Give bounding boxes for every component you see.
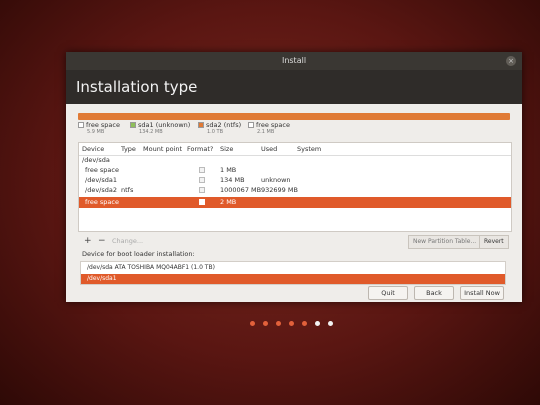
column-header-mount[interactable]: Mount point bbox=[143, 145, 182, 153]
legend-size: 2.1 MB bbox=[257, 129, 275, 135]
change-partition-button[interactable]: Change... bbox=[112, 235, 143, 247]
legend-item: sda2 (ntfs) 1.0 TB bbox=[198, 121, 241, 135]
legend-item: free space 5.9 MB bbox=[78, 121, 120, 135]
column-header-size[interactable]: Size bbox=[220, 145, 233, 153]
column-header-used[interactable]: Used bbox=[261, 145, 277, 153]
cell-device: free space bbox=[85, 198, 119, 206]
table-row[interactable]: /dev/sda1 134 MB unknown bbox=[79, 175, 511, 185]
progress-dot bbox=[276, 321, 281, 326]
window-title: Install bbox=[281, 56, 307, 65]
progress-dot bbox=[250, 321, 255, 326]
legend-size: 1.0 TB bbox=[207, 129, 224, 135]
cell-device: free space bbox=[85, 166, 119, 174]
legend-name: free space bbox=[86, 121, 120, 129]
legend-swatch bbox=[130, 122, 136, 128]
legend-name: sda1 (unknown) bbox=[138, 121, 191, 129]
page-title: Installation type bbox=[66, 70, 522, 104]
legend-size: 134.2 MB bbox=[139, 129, 163, 135]
install-now-button[interactable]: Install Now bbox=[460, 286, 504, 300]
legend-item: free space 2.1 MB bbox=[248, 121, 290, 135]
progress-dot bbox=[302, 321, 307, 326]
partition-table: Device Type Mount point Format? Size Use… bbox=[78, 142, 512, 232]
legend-name: sda2 (ntfs) bbox=[206, 121, 242, 129]
format-checkbox[interactable] bbox=[199, 199, 205, 205]
table-row[interactable]: /dev/sda bbox=[79, 155, 511, 165]
cell-size: 1 MB bbox=[220, 166, 237, 174]
legend-size: 5.9 MB bbox=[87, 129, 105, 135]
cell-device: /dev/sda1 bbox=[85, 176, 117, 184]
bootloader-option-selected[interactable]: /dev/sda1 bbox=[81, 274, 505, 284]
progress-dots bbox=[248, 321, 348, 331]
column-header-format[interactable]: Format? bbox=[187, 145, 213, 153]
cell-size: 134 MB bbox=[220, 176, 245, 184]
cell-used: unknown bbox=[261, 176, 291, 184]
table-row[interactable]: free space 1 MB bbox=[79, 165, 511, 175]
format-checkbox[interactable] bbox=[199, 167, 205, 173]
revert-button[interactable]: Revert bbox=[479, 235, 509, 249]
legend-item: sda1 (unknown) 134.2 MB bbox=[130, 121, 190, 135]
column-header-device[interactable]: Device bbox=[82, 145, 104, 153]
bootloader-option[interactable]: /dev/sda ATA TOSHIBA MQ04ABF1 (1.0 TB) bbox=[81, 263, 505, 273]
format-checkbox[interactable] bbox=[199, 187, 205, 193]
progress-dot bbox=[328, 321, 333, 326]
bootloader-device-list[interactable]: /dev/sda ATA TOSHIBA MQ04ABF1 (1.0 TB) /… bbox=[80, 261, 506, 285]
cell-type: ntfs bbox=[121, 186, 134, 194]
partition-usage-bar bbox=[78, 113, 510, 120]
new-partition-table-button[interactable]: New Partition Table... bbox=[408, 235, 482, 249]
progress-dot bbox=[289, 321, 294, 326]
cell-device: /dev/sda2 bbox=[85, 186, 117, 194]
legend-name: free space bbox=[256, 121, 290, 129]
quit-button[interactable]: Quit bbox=[368, 286, 408, 300]
format-checkbox[interactable] bbox=[199, 177, 205, 183]
partition-toolbar: + − Change... New Partition Table... Rev… bbox=[80, 235, 512, 249]
legend-swatch bbox=[198, 122, 204, 128]
progress-dot bbox=[263, 321, 268, 326]
legend-swatch bbox=[248, 122, 254, 128]
partition-legend: free space 5.9 MB sda1 (unknown) 134.2 M… bbox=[78, 121, 518, 137]
add-partition-button[interactable]: + bbox=[84, 235, 92, 247]
window-titlebar: Install × bbox=[66, 52, 522, 70]
column-header-type[interactable]: Type bbox=[121, 145, 136, 153]
close-icon[interactable]: × bbox=[506, 56, 516, 66]
cell-size: 1000067 MB bbox=[220, 186, 262, 194]
remove-partition-button[interactable]: − bbox=[98, 235, 106, 247]
back-button[interactable]: Back bbox=[414, 286, 454, 300]
bootloader-label: Device for boot loader installation: bbox=[82, 250, 195, 258]
cell-used: 932699 MB bbox=[261, 186, 298, 194]
table-row-selected[interactable]: free space 2 MB bbox=[79, 197, 511, 208]
column-header-system[interactable]: System bbox=[297, 145, 321, 153]
table-row[interactable]: /dev/sda2 ntfs 1000067 MB 932699 MB bbox=[79, 185, 511, 195]
progress-dot bbox=[315, 321, 320, 326]
legend-swatch bbox=[78, 122, 84, 128]
cell-size: 2 MB bbox=[220, 198, 237, 206]
cell-device: /dev/sda bbox=[82, 156, 110, 164]
